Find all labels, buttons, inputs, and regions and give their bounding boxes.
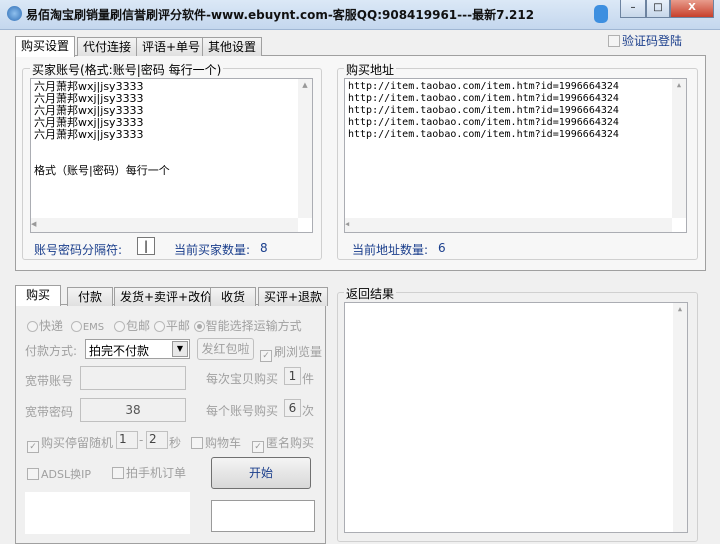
vertical-scrollbar[interactable]: ▲ <box>298 79 312 218</box>
status-area <box>25 492 190 534</box>
radio-surface-mail[interactable]: 平邮 <box>153 319 190 333</box>
cart-label: 购物车 <box>205 436 242 450</box>
result-label: 返回结果 <box>344 285 397 302</box>
stay-min-input[interactable]: 1 <box>116 431 138 449</box>
address-label: 购买地址 <box>344 61 397 78</box>
radio-label: EMS <box>82 322 105 333</box>
radio-label: 平邮 <box>165 319 190 333</box>
broadband-password-label: 宽带密码 <box>25 405 74 419</box>
tab-reviews-numbers[interactable]: 评语+单号 <box>136 37 207 56</box>
address-count-label: 当前地址数量: <box>352 243 429 257</box>
adsl-label: ADSL换IP <box>41 468 91 481</box>
address-textarea[interactable]: http://item.taobao.com/item.htm?id=19966… <box>344 78 687 233</box>
app-icon <box>7 6 22 21</box>
anonymous-label: 匿名购买 <box>266 436 315 450</box>
stay-random-checkbox[interactable]: ✓ 购买停留随机 <box>27 434 113 453</box>
buyer-count: 8 <box>260 241 268 255</box>
per-account-label: 每个账号购买 <box>206 404 279 418</box>
radio-label: 快递 <box>39 319 64 333</box>
per-item-label: 每次宝贝购买 <box>206 372 279 386</box>
payment-value: 拍完不付款 <box>89 344 150 358</box>
broadband-account-input[interactable] <box>80 366 186 390</box>
browse-label: 刷浏览量 <box>274 345 323 359</box>
payment-select[interactable]: 拍完不付款 ▼ <box>85 339 190 359</box>
captcha-login-label: 验证码登陆 <box>622 34 683 48</box>
stay-max-input[interactable]: 2 <box>146 431 168 449</box>
tab-pay[interactable]: 付款 <box>67 287 114 306</box>
radio-free-shipping[interactable]: 包邮 <box>113 319 150 333</box>
mobile-order-checkbox[interactable]: 拍手机订单 <box>112 464 186 481</box>
stay-random-label: 购买停留随机 <box>41 436 114 450</box>
broadband-account-label: 宽带账号 <box>25 374 74 388</box>
status-input[interactable] <box>211 500 315 532</box>
chevron-down-icon[interactable]: ▼ <box>172 341 188 357</box>
buyer-label: 买家账号(格式:账号|密码 每行一个) <box>30 61 224 78</box>
per-account-input[interactable]: 6 <box>284 399 301 417</box>
per-item-unit: 件 <box>302 372 315 386</box>
per-account-unit: 次 <box>302 404 315 418</box>
vertical-scrollbar[interactable]: ▲ <box>672 79 686 218</box>
buyer-accounts-text: 六月萧邦wxj|jsy3333 六月萧邦wxj|jsy3333 六月萧邦wxj|… <box>34 80 170 177</box>
browse-checkbox[interactable]: ✓ 刷浏览量 <box>260 343 322 362</box>
per-item-input[interactable]: 1 <box>284 367 301 385</box>
tab-buy[interactable]: 购买 <box>15 285 62 306</box>
window-title: 易佰淘宝刷销量刷信誉刷评分软件-www.ebuynt.com-客服QQ:9084… <box>26 8 535 22</box>
tab-receive[interactable]: 收货 <box>210 287 257 306</box>
adsl-checkbox[interactable]: ADSL换IP <box>27 466 91 482</box>
address-count: 6 <box>438 241 446 255</box>
radio-label: 智能选择运输方式 <box>205 319 302 333</box>
separator-input[interactable]: | <box>137 237 155 255</box>
minimize-button[interactable]: – <box>620 0 646 18</box>
stay-unit: 秒 <box>169 436 182 450</box>
horizontal-scrollbar[interactable]: ◀ <box>345 218 672 232</box>
skin-icon[interactable] <box>594 5 608 23</box>
separator-label: 账号密码分隔符: <box>34 243 123 257</box>
radio-label: 包邮 <box>125 319 150 333</box>
buyer-count-label: 当前买家数量: <box>174 243 251 257</box>
maximize-button[interactable]: □ <box>646 0 670 18</box>
vertical-scrollbar[interactable]: ▲ <box>673 303 687 532</box>
captcha-login-checkbox[interactable]: 验证码登陆 <box>608 32 682 49</box>
tab-other-settings[interactable]: 其他设置 <box>202 37 263 56</box>
radio-ems[interactable]: EMS <box>70 321 105 333</box>
tab-payment-links[interactable]: 代付连接 <box>77 37 138 56</box>
broadband-password-input[interactable]: 38 <box>80 398 186 422</box>
horizontal-scrollbar[interactable]: ◀ <box>31 218 298 232</box>
close-button[interactable]: X <box>670 0 714 18</box>
tab-ship-review-price[interactable]: 发货+卖评+改价 <box>114 287 219 306</box>
mobile-order-label: 拍手机订单 <box>126 466 187 480</box>
cart-checkbox[interactable]: 购物车 <box>191 434 241 451</box>
anonymous-checkbox[interactable]: ✓ 匿名购买 <box>252 434 314 453</box>
red-packet-button[interactable]: 发红包啦 <box>197 338 254 360</box>
payment-label: 付款方式: <box>25 344 78 358</box>
tab-purchase-settings[interactable]: 购买设置 <box>15 36 76 57</box>
buyer-accounts-textarea[interactable]: 六月萧邦wxj|jsy3333 六月萧邦wxj|jsy3333 六月萧邦wxj|… <box>30 78 313 233</box>
stay-dash: - <box>139 433 144 447</box>
checkbox-icon <box>608 35 620 47</box>
radio-express[interactable]: 快递 <box>27 319 63 333</box>
start-button[interactable]: 开始 <box>211 457 311 489</box>
radio-smart-shipping[interactable]: 智能选择运输方式 <box>193 319 302 333</box>
address-text: http://item.taobao.com/item.htm?id=19966… <box>348 81 619 140</box>
result-textarea[interactable]: ▲ <box>344 302 688 533</box>
tab-review-refund[interactable]: 买评+退款 <box>258 287 329 306</box>
